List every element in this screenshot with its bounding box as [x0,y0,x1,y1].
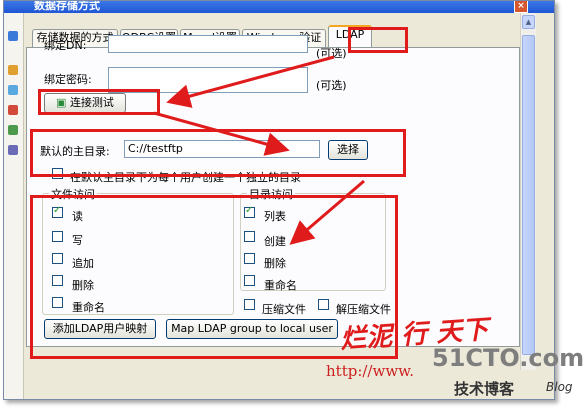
watermark-site: 51CTO.com [432,344,585,372]
arrow-connect-to-home [153,111,290,156]
watermark-blog-en: Blog [546,380,573,394]
watermark-url: http://www. [326,362,414,380]
arrow-home-to-permissions [289,179,365,245]
watermark-blog-cn: 技术博客 [454,380,515,398]
arrow-tab-to-connect [166,55,335,108]
